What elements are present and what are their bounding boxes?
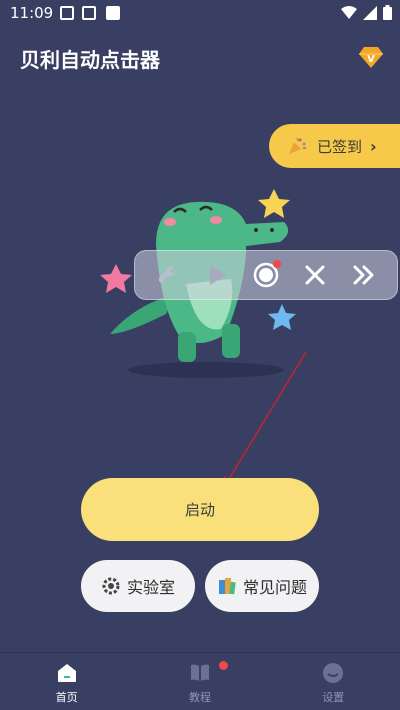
wifi-icon	[341, 5, 357, 19]
battery-icon	[383, 5, 392, 20]
signal-icon	[363, 5, 377, 20]
party-popper-icon	[289, 137, 306, 154]
wrench-icon	[158, 266, 176, 283]
vip-diamond-icon[interactable]: V	[358, 44, 384, 70]
notification-square-icon	[106, 6, 120, 20]
checkin-label: 已签到	[317, 137, 363, 156]
book-icon	[190, 664, 209, 681]
collapse-toolbar-button[interactable]	[347, 258, 381, 292]
gallery-icon	[60, 6, 74, 20]
fast-forward-icon	[353, 265, 374, 285]
app-title: 贝利自动点击器	[20, 48, 160, 72]
close-toolbar-button[interactable]	[298, 258, 332, 292]
nav-label-settings: 设置	[322, 691, 345, 704]
close-icon	[305, 265, 325, 285]
nav-label-tutorial: 教程	[188, 691, 211, 704]
status-bar: 11:09	[0, 0, 400, 28]
checkin-button[interactable]: 已签到 ›	[269, 124, 400, 168]
chevron-right-icon: ›	[370, 136, 377, 156]
record-button[interactable]	[249, 258, 283, 292]
books-icon	[218, 578, 236, 595]
nav-item-tutorial[interactable]: 教程	[133, 653, 266, 710]
home-icon	[57, 664, 76, 682]
floating-toolbar	[134, 250, 398, 300]
bottom-nav: 首页 教程 设置	[0, 652, 400, 710]
play-button[interactable]	[200, 258, 234, 292]
settings-wrench-button[interactable]	[151, 258, 185, 292]
tutorial-notification-dot	[219, 661, 229, 670]
lab-button[interactable]: 实验室	[81, 560, 195, 612]
svg-text:V: V	[367, 54, 375, 65]
lab-label: 实验室	[126, 578, 175, 597]
faq-label: 常见问题	[242, 578, 307, 597]
gear-icon	[102, 577, 120, 595]
nav-label-home: 首页	[55, 691, 78, 704]
faq-button[interactable]: 常见问题	[205, 560, 319, 612]
start-button[interactable]: 启动	[81, 478, 319, 541]
nav-item-home[interactable]: 首页	[0, 653, 133, 710]
record-indicator-dot	[272, 260, 281, 268]
notification-a-icon	[82, 6, 96, 20]
smiley-icon	[323, 663, 344, 683]
play-icon	[209, 265, 226, 285]
nav-item-settings[interactable]: 设置	[267, 653, 400, 710]
status-time: 11:09	[10, 4, 54, 22]
status-indicators	[341, 5, 392, 20]
